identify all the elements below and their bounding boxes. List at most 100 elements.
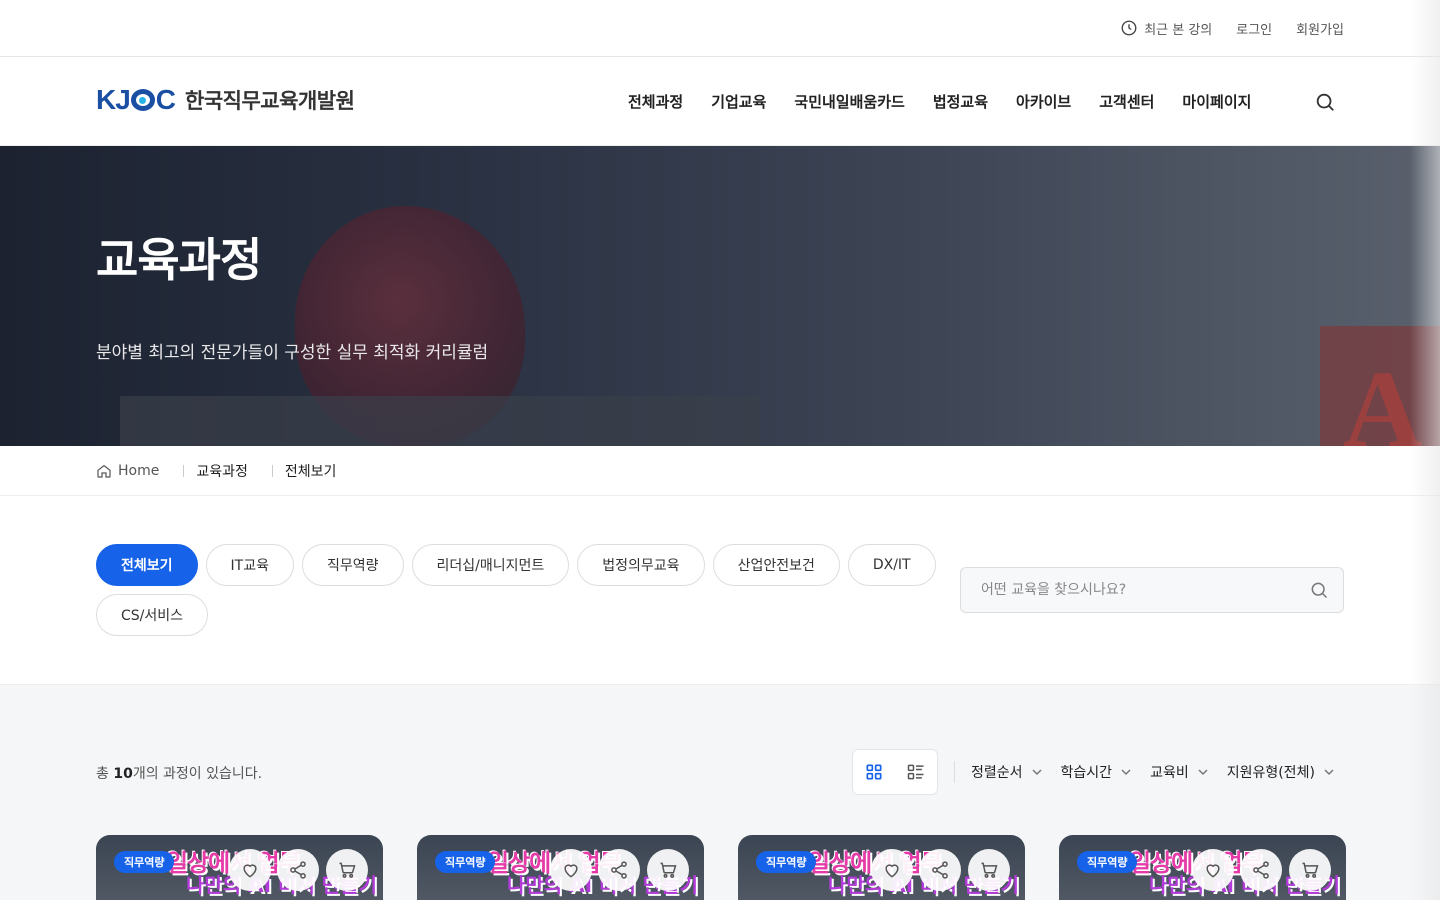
wishlist-button[interactable]: [229, 849, 271, 891]
card-category-tag: 직무역량: [435, 851, 496, 873]
filter-section: 전체보기 IT교육 직무역량 리더십/매니지먼트 법정의무교육 산업안전보건 D…: [0, 496, 1440, 685]
hero-book-decoration: [120, 396, 760, 446]
card-category-tag: 직무역량: [756, 851, 817, 873]
tuition-dropdown[interactable]: 교육비: [1150, 762, 1209, 782]
nav-learning-card[interactable]: 국민내일배움카드: [794, 91, 904, 112]
breadcrumb-separator: [271, 465, 273, 477]
clock-icon: [1121, 20, 1137, 36]
chevron-down-icon: [1198, 769, 1208, 776]
signup-link[interactable]: 회원가입: [1296, 19, 1344, 38]
utility-links: 최근 본 강의 로그인 회원가입: [1120, 0, 1344, 56]
breadcrumb-level1[interactable]: 교육과정: [196, 461, 248, 481]
breadcrumb-home[interactable]: Home: [96, 463, 159, 479]
chip-job-skills[interactable]: 직무역량: [301, 544, 404, 586]
grid-view-button[interactable]: [853, 750, 895, 794]
hero-block-letter-decoration: A: [1343, 348, 1423, 446]
course-card[interactable]: 일상에서 업무 나만의 AI 비서 만들기 직무역량: [1059, 835, 1346, 900]
chevron-down-icon: [1121, 769, 1131, 776]
chevron-down-icon: [1032, 769, 1042, 776]
nav-archive[interactable]: 아카이브: [1016, 91, 1071, 112]
cart-icon: [1302, 862, 1319, 878]
global-nav: 전체과정 기업교육 국민내일배움카드 법정교육 아카이브 고객센터 마이페이지: [628, 57, 1251, 146]
view-toggle: [852, 749, 938, 795]
nav-customer-center[interactable]: 고객센터: [1099, 91, 1154, 112]
heart-icon: [243, 864, 257, 878]
chip-leadership[interactable]: 리더십/매니지먼트: [411, 544, 570, 586]
chip-it[interactable]: IT교육: [205, 544, 294, 586]
sort-order-label: 정렬순서: [971, 765, 1023, 781]
nav-mypage[interactable]: 마이페이지: [1182, 91, 1251, 112]
breadcrumb-home-label: Home: [118, 463, 160, 479]
heart-icon: [564, 864, 578, 878]
course-search-box: [960, 567, 1344, 613]
support-type-label: 지원유형(전체): [1226, 765, 1315, 781]
main-header: KJ C 한국직무교육개발원 전체과정 기업교육 국민내일배움카드 법정교육 아카…: [0, 57, 1440, 146]
share-button[interactable]: [919, 849, 961, 891]
list-icon: [907, 764, 924, 780]
chip-safety[interactable]: 산업안전보건: [712, 544, 840, 586]
cart-icon: [660, 862, 677, 878]
breadcrumb: Home 교육과정 전체보기: [0, 446, 1440, 496]
share-icon: [932, 861, 948, 879]
chevron-down-icon: [1324, 769, 1334, 776]
wishlist-button[interactable]: [1192, 849, 1234, 891]
chip-mandatory[interactable]: 법정의무교육: [577, 544, 705, 586]
heart-icon: [885, 864, 899, 878]
search-icon[interactable]: [1314, 91, 1336, 113]
page-title: 교육과정: [96, 233, 262, 287]
site-logo[interactable]: KJ C 한국직무교육개발원: [96, 84, 355, 115]
course-card[interactable]: 일상에서 업무 나만의 AI 비서 만들기 직무역량: [417, 835, 704, 900]
home-icon: [97, 464, 111, 478]
nav-all-courses[interactable]: 전체과정: [628, 91, 683, 112]
study-time-dropdown[interactable]: 학습시간: [1061, 762, 1133, 782]
logo-mark: KJ C: [96, 84, 176, 115]
list-view-button[interactable]: [895, 750, 937, 794]
share-icon: [611, 861, 627, 879]
cart-button[interactable]: [326, 849, 368, 891]
hero-banner: A 교육과정 분야별 최고의 전문가들이 구성한 실무 최적화 커리큘럼: [0, 146, 1440, 446]
tuition-label: 교육비: [1150, 765, 1189, 781]
count-value: 10: [113, 766, 133, 782]
share-button[interactable]: [277, 849, 319, 891]
login-link[interactable]: 로그인: [1236, 19, 1272, 38]
share-button[interactable]: [598, 849, 640, 891]
utility-bar: 최근 본 강의 로그인 회원가입: [0, 0, 1440, 57]
toolbar-divider: [954, 761, 955, 783]
recent-courses-link[interactable]: 최근 본 강의: [1120, 19, 1212, 38]
cart-button[interactable]: [647, 849, 689, 891]
breadcrumb-inner: Home 교육과정 전체보기: [96, 446, 336, 496]
breadcrumb-separator: [183, 465, 185, 477]
course-search-input[interactable]: [961, 568, 1301, 612]
wishlist-button[interactable]: [871, 849, 913, 891]
cart-button[interactable]: [968, 849, 1010, 891]
wishlist-button[interactable]: [550, 849, 592, 891]
card-category-tag: 직무역량: [1077, 851, 1138, 873]
chip-all[interactable]: 전체보기: [96, 544, 198, 586]
cart-icon: [339, 862, 356, 878]
grid-icon: [866, 764, 882, 780]
course-card[interactable]: 일상에서 업무 나만의 AI 비서 만들기 직무역량: [738, 835, 1025, 900]
study-time-label: 학습시간: [1060, 765, 1113, 781]
nav-legal-education[interactable]: 법정교육: [933, 91, 988, 112]
support-type-dropdown[interactable]: 지원유형(전체): [1227, 762, 1335, 782]
course-card[interactable]: 일상에서 업무 나만의 AI 비서 만들기 직무역량: [96, 835, 383, 900]
course-cards: 일상에서 업무 나만의 AI 비서 만들기 직무역량 일상에서 업무 나만의 A…: [96, 835, 1346, 900]
sort-filters: 정렬순서 학습시간 교육비 지원유형(전체): [971, 749, 1335, 795]
share-button[interactable]: [1240, 849, 1282, 891]
cart-icon: [981, 862, 998, 878]
course-count: 총 10개의 과정이 있습니다.: [96, 763, 262, 783]
breadcrumb-level2[interactable]: 전체보기: [285, 461, 337, 481]
sort-order-dropdown[interactable]: 정렬순서: [971, 762, 1043, 782]
chip-dx-it[interactable]: DX/IT: [847, 544, 936, 586]
course-list-area: 총 10개의 과정이 있습니다. 정렬순서 학습시간 교육비 지원유형(전체) …: [0, 685, 1440, 900]
card-category-tag: 직무역량: [114, 851, 175, 873]
heart-icon: [1206, 864, 1220, 878]
nav-corporate[interactable]: 기업교육: [711, 91, 766, 112]
chip-cs-service[interactable]: CS/서비스: [96, 594, 209, 636]
share-icon: [290, 861, 306, 879]
share-icon: [1253, 861, 1269, 879]
page-subtitle: 분야별 최고의 전문가들이 구성한 실무 최적화 커리큘럼: [96, 343, 489, 363]
search-icon[interactable]: [1309, 580, 1329, 600]
cart-button[interactable]: [1289, 849, 1331, 891]
count-suffix: 개의 과정이 있습니다.: [132, 766, 263, 782]
